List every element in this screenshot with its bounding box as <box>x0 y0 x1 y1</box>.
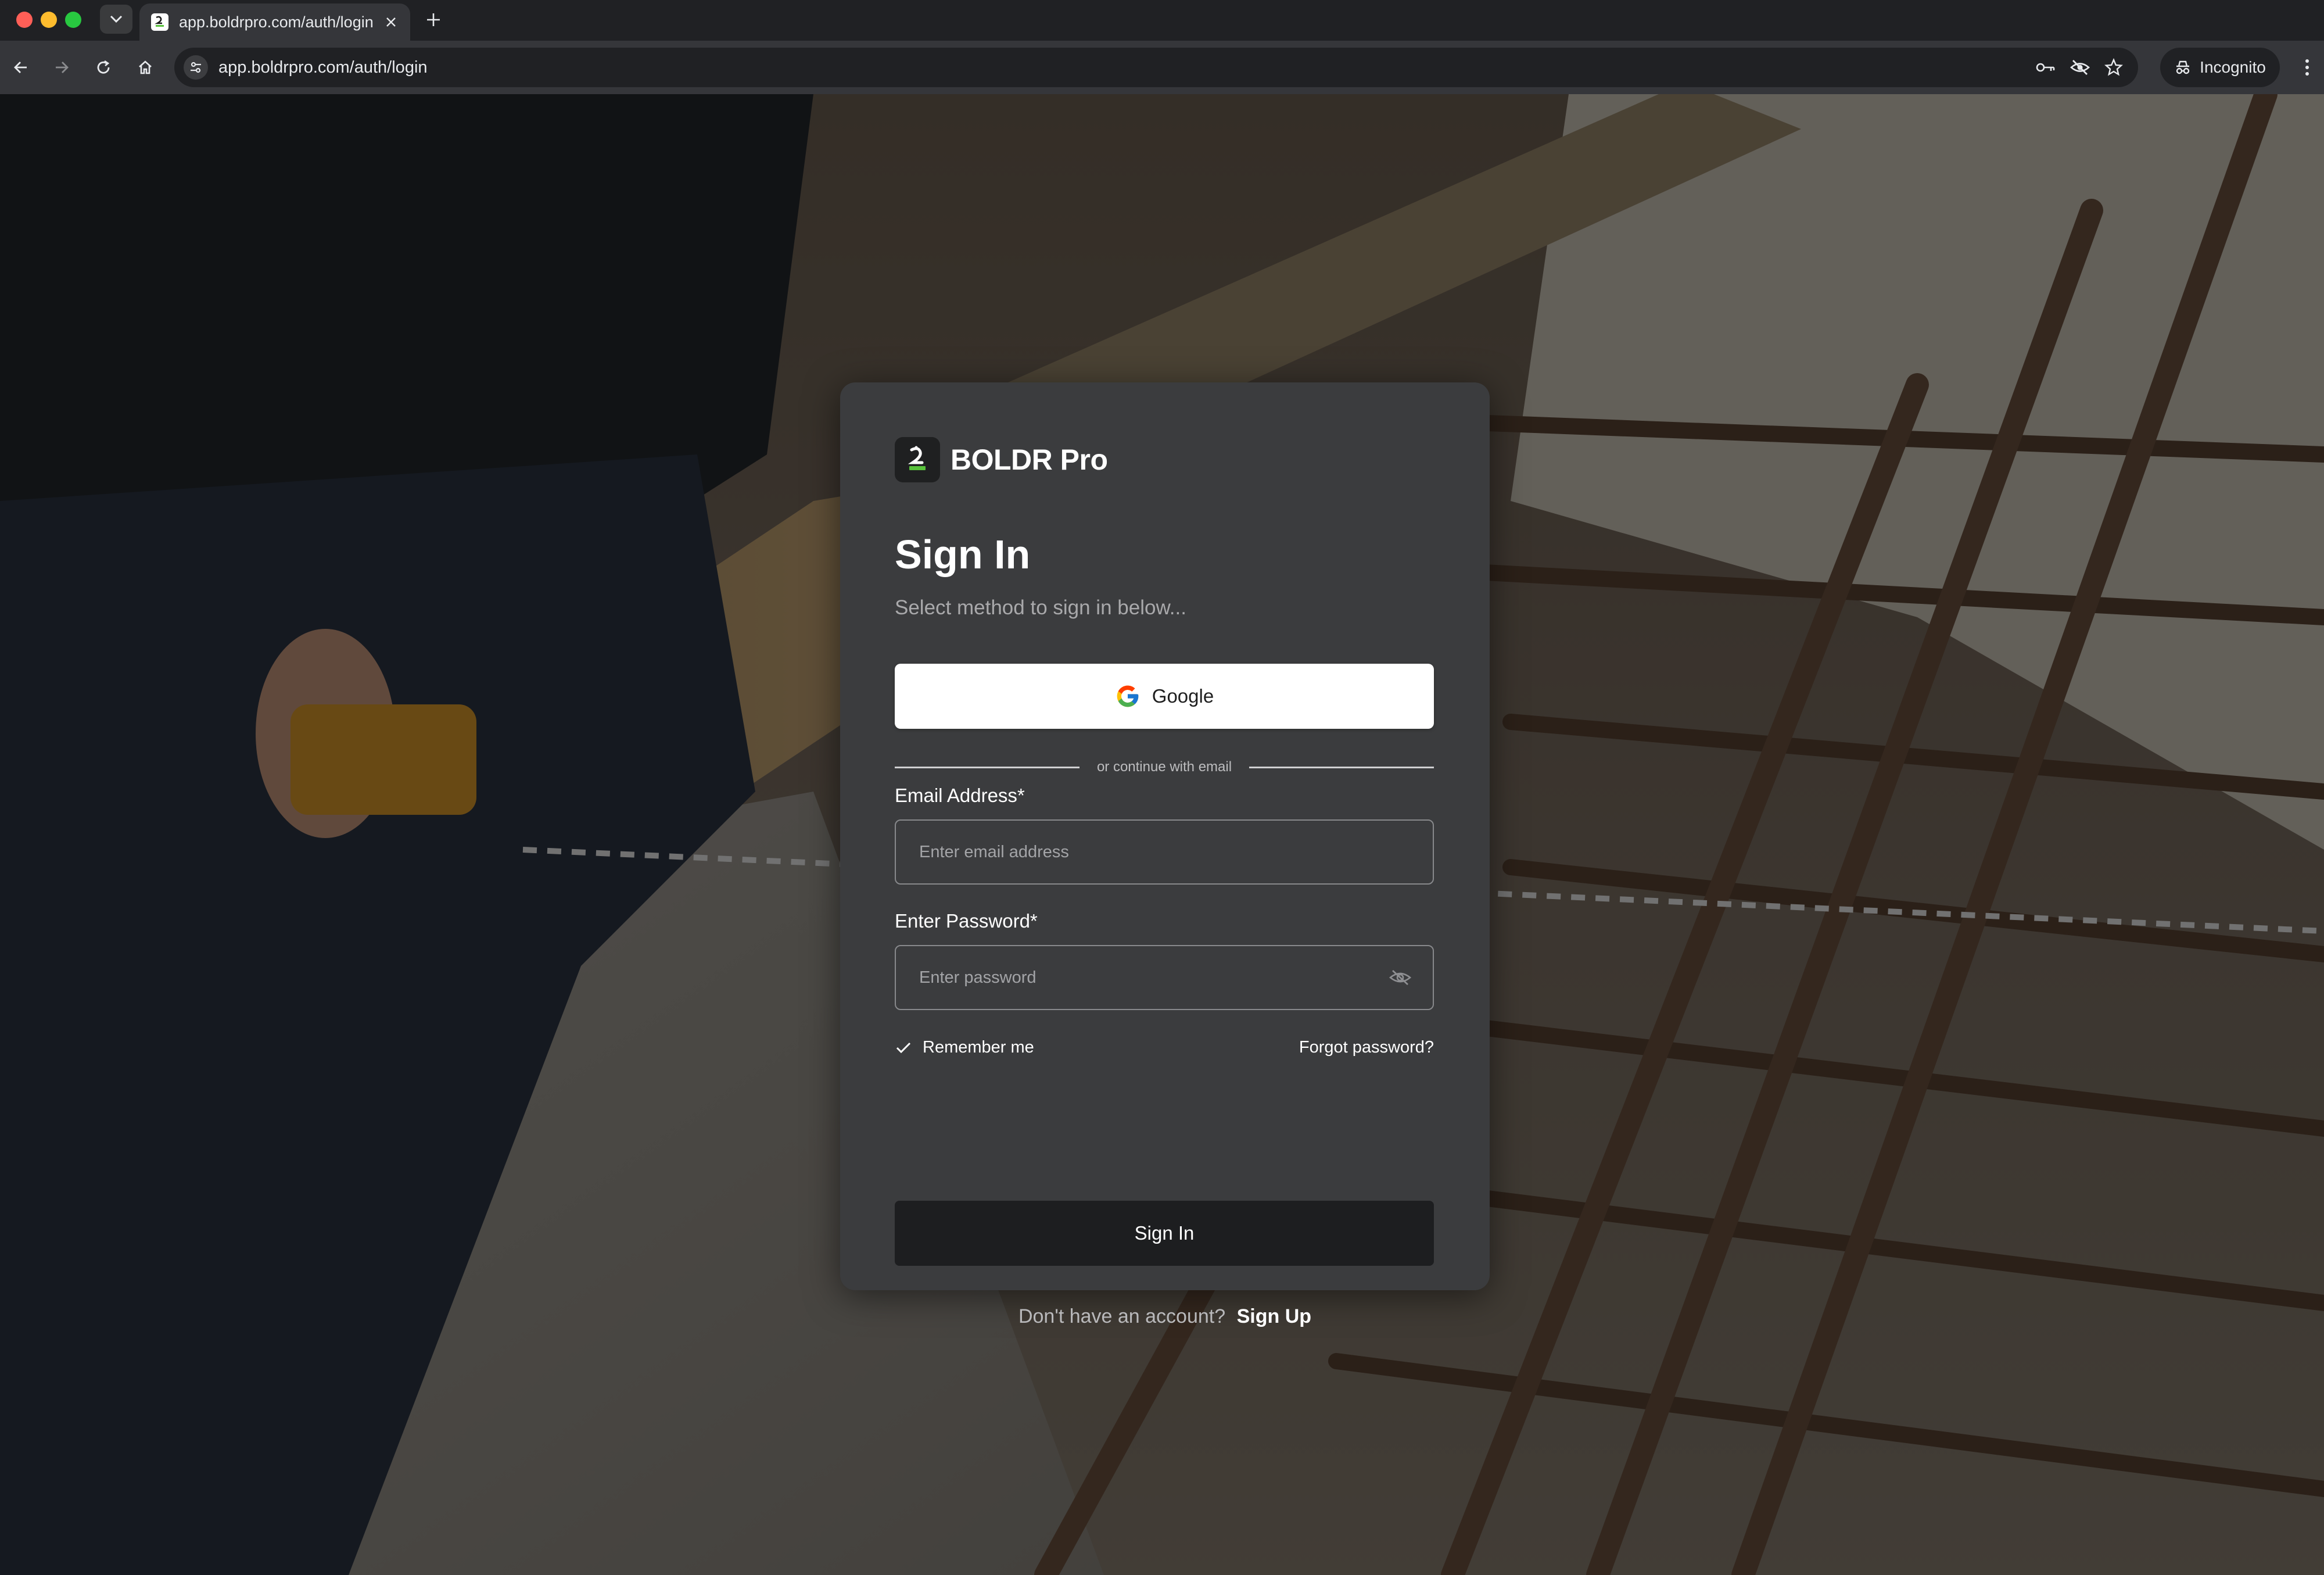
key-icon[interactable] <box>2035 59 2056 76</box>
forgot-password-link[interactable]: Forgot password? <box>1299 1038 1434 1057</box>
tab-list-icon <box>110 15 123 23</box>
divider-line-left <box>895 766 1079 768</box>
back-icon <box>14 62 27 73</box>
google-icon <box>1117 685 1139 707</box>
window-zoom-button[interactable] <box>65 12 81 28</box>
sign-in-button[interactable]: Sign In <box>895 1201 1434 1266</box>
close-icon <box>386 17 396 27</box>
password-label: Enter Password* <box>895 910 1038 932</box>
divider-line-right <box>1249 766 1434 768</box>
signup-question: Don't have an account? <box>1018 1305 1226 1327</box>
password-field-container <box>895 945 1434 1010</box>
star-icon[interactable] <box>2104 58 2123 77</box>
window-close-button[interactable] <box>16 12 33 28</box>
eye-off-icon[interactable] <box>2070 59 2090 76</box>
google-sign-in-button[interactable]: Google <box>895 664 1434 729</box>
brand-header: BOLDR Pro <box>895 437 1108 482</box>
boldr-logo-icon <box>895 437 940 482</box>
browser-tab-strip: app.boldrpro.com/auth/login <box>0 0 2324 41</box>
tab-title: app.boldrpro.com/auth/login <box>179 13 374 31</box>
email-field-container <box>895 819 1434 885</box>
eye-off-icon <box>1389 969 1412 986</box>
sign-up-link[interactable]: Sign Up <box>1237 1305 1311 1327</box>
forward-button[interactable] <box>49 55 74 80</box>
back-button[interactable] <box>8 55 34 80</box>
url-text[interactable]: app.boldrpro.com/auth/login <box>218 58 2035 77</box>
more-vert-icon <box>2305 59 2309 76</box>
tab-close-button[interactable] <box>382 13 400 31</box>
page-title: Sign In <box>895 532 1031 577</box>
incognito-indicator[interactable]: Incognito <box>2160 48 2280 87</box>
new-tab-button[interactable] <box>422 8 445 31</box>
page-viewport: BOLDR Pro Sign In Select method to sign … <box>0 94 2324 1575</box>
reload-icon <box>97 60 110 74</box>
brand-name: BOLDR Pro <box>951 443 1108 476</box>
browser-toolbar: app.boldrpro.com/auth/login Incognito <box>0 41 2324 94</box>
home-button[interactable] <box>132 55 158 80</box>
window-minimize-button[interactable] <box>41 12 57 28</box>
tab-search-button[interactable] <box>100 5 132 34</box>
address-bar[interactable]: app.boldrpro.com/auth/login <box>174 48 2138 87</box>
forward-icon <box>56 62 69 73</box>
email-input[interactable] <box>896 821 1433 883</box>
divider-text: or continue with email <box>1096 759 1232 775</box>
email-label: Email Address* <box>895 785 1025 806</box>
password-visibility-toggle[interactable] <box>1383 960 1418 995</box>
browser-menu-button[interactable] <box>2298 55 2316 80</box>
remember-me-label: Remember me <box>923 1038 1034 1057</box>
boldr-favicon-icon <box>151 13 168 31</box>
incognito-label: Incognito <box>2200 58 2266 76</box>
browser-tab[interactable]: app.boldrpro.com/auth/login <box>139 3 410 41</box>
site-settings-icon <box>191 62 201 73</box>
reload-button[interactable] <box>91 55 116 80</box>
password-input[interactable] <box>896 946 1383 1009</box>
signup-prompt: Don't have an account? Sign Up <box>840 1305 1490 1328</box>
google-button-label: Google <box>1152 685 1214 707</box>
plus-icon <box>427 13 440 26</box>
login-card: BOLDR Pro Sign In Select method to sign … <box>840 382 1490 1327</box>
remember-me-checkbox[interactable]: Remember me <box>895 1038 1034 1057</box>
home-icon <box>139 60 152 74</box>
checkmark-icon <box>895 1039 912 1057</box>
site-info-button[interactable] <box>184 55 208 80</box>
email-divider: or continue with email <box>895 757 1434 778</box>
incognito-icon <box>2176 60 2190 74</box>
page-subtitle: Select method to sign in below... <box>895 596 1186 619</box>
